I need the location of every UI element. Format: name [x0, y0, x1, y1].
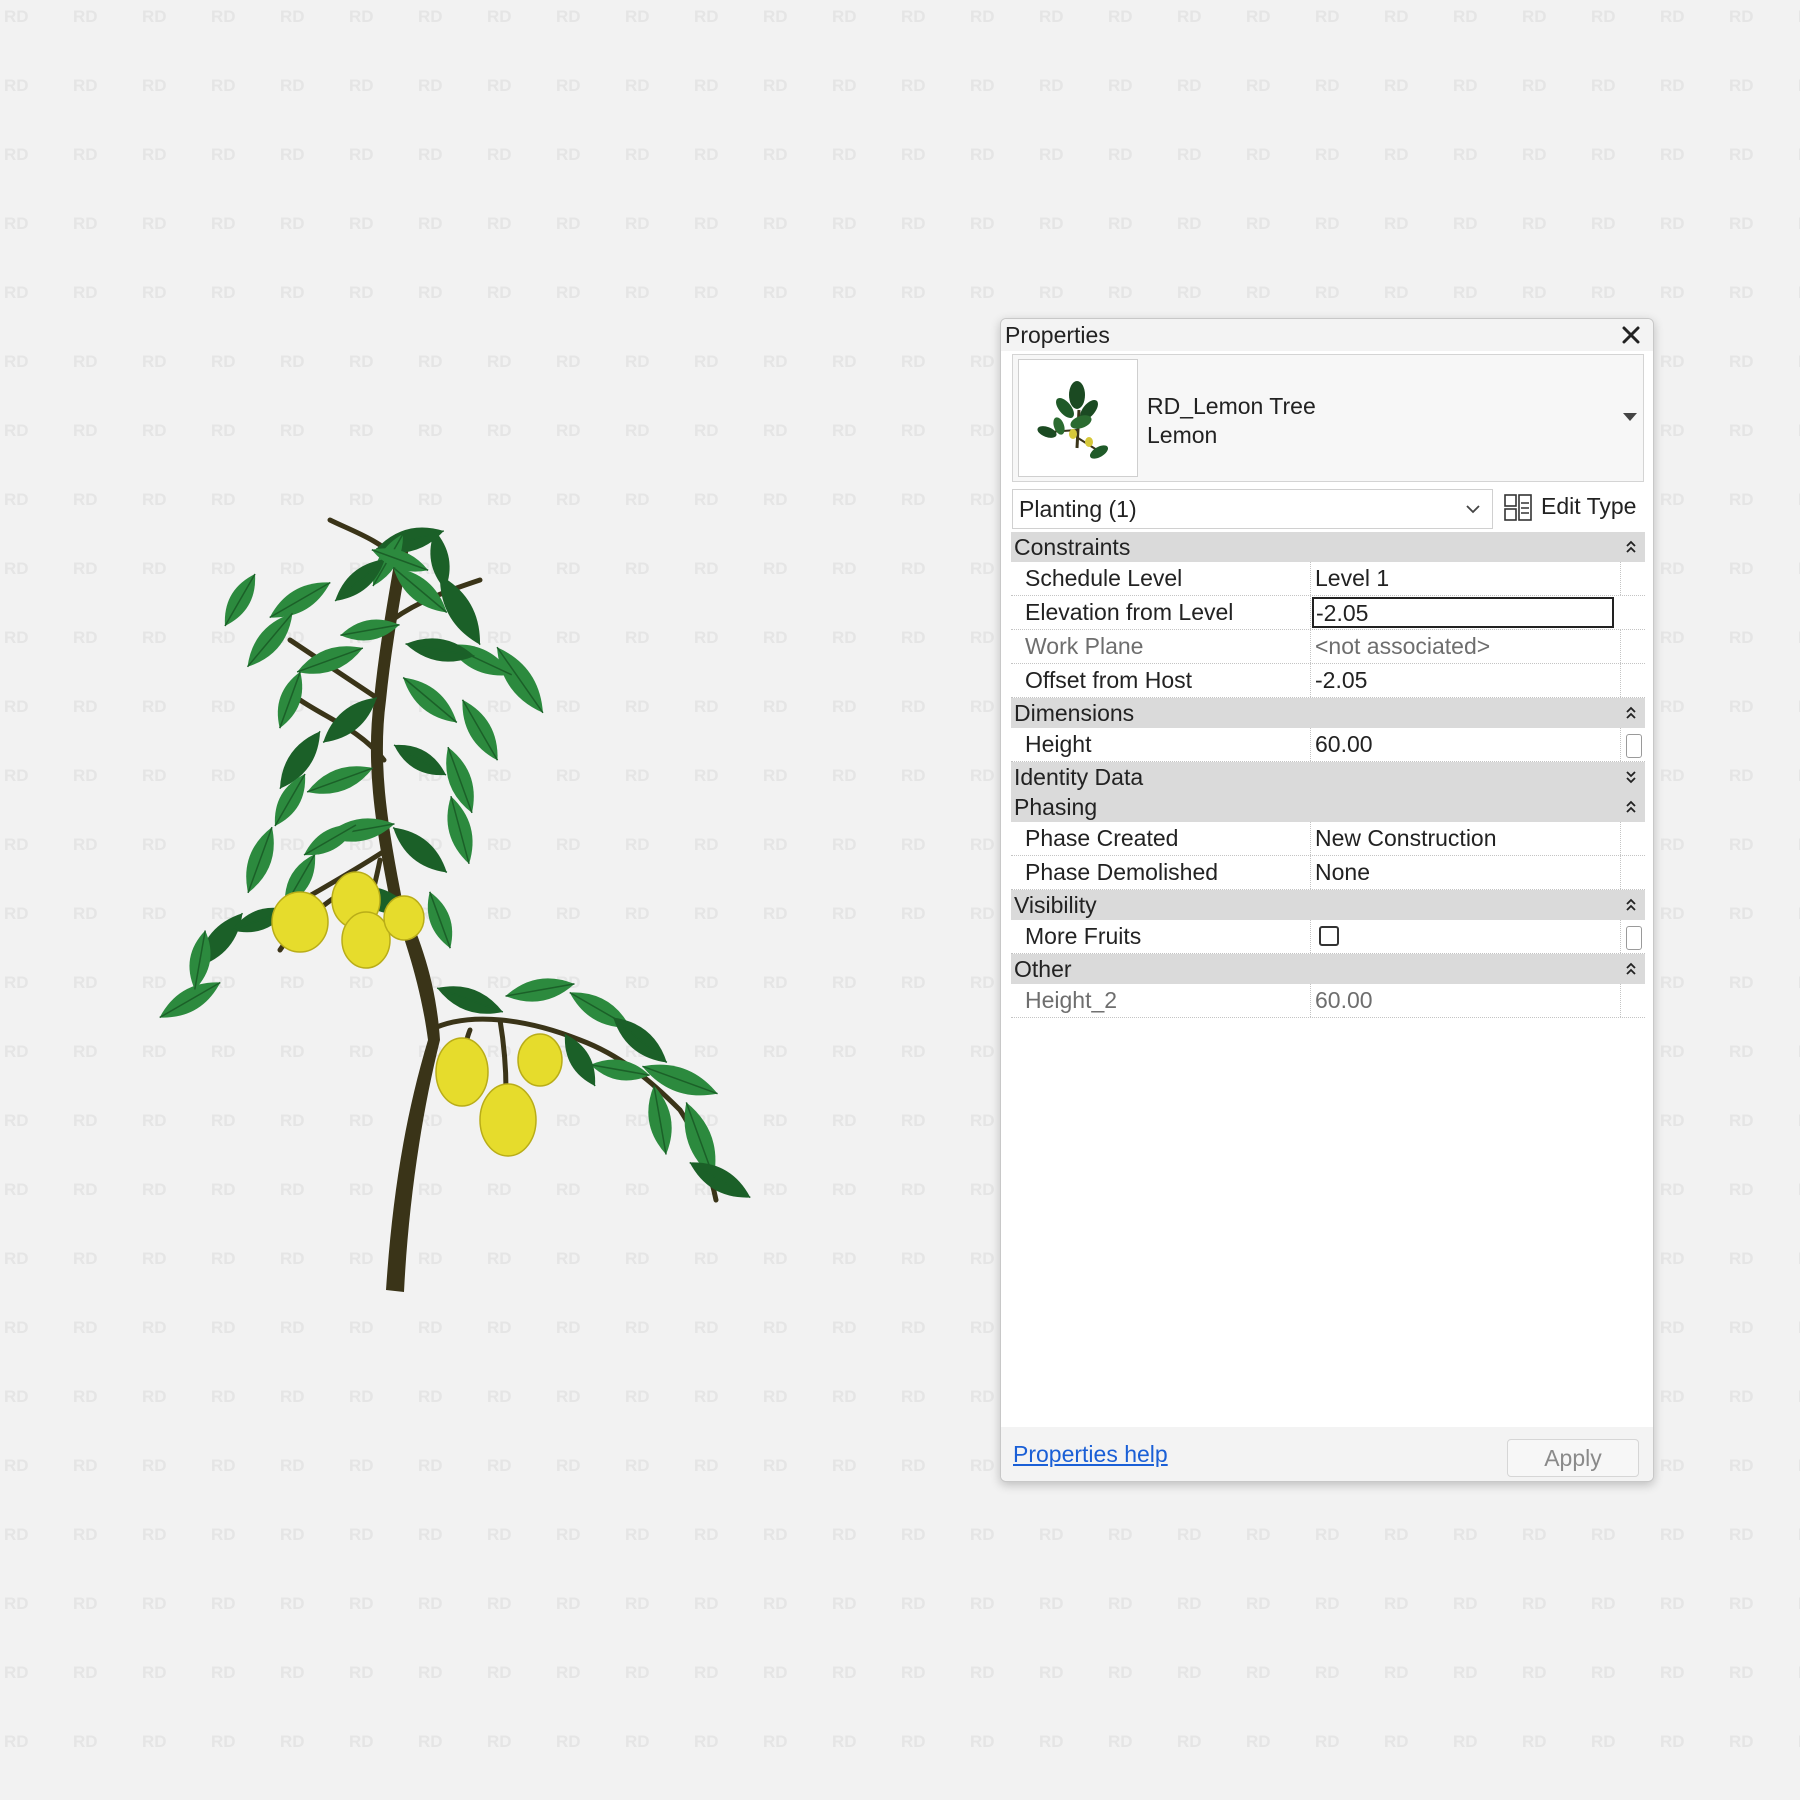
- expand-icon: [1626, 771, 1636, 784]
- leaf: [505, 978, 575, 1002]
- leaf-vein: [496, 646, 544, 714]
- leaf: [436, 986, 504, 1014]
- edit-type-button[interactable]: Edit Type: [1503, 489, 1648, 529]
- apply-button[interactable]: Apply: [1507, 1439, 1639, 1477]
- property-name: Offset from Host: [1025, 667, 1193, 693]
- associate-parameter-button[interactable]: [1626, 734, 1642, 758]
- leaf: [427, 891, 453, 949]
- property-value[interactable]: [1311, 920, 1621, 953]
- property-value[interactable]: 60.00: [1311, 728, 1621, 761]
- group-identity-data[interactable]: Identity Data: [1011, 762, 1645, 792]
- properties-help-link[interactable]: Properties help: [1013, 1441, 1168, 1468]
- property-value[interactable]: Level 1: [1311, 562, 1621, 595]
- property-value: 60.00: [1311, 984, 1621, 1017]
- property-row-offset-from-host[interactable]: Offset from Host -2.05: [1011, 664, 1645, 698]
- leaf: [306, 766, 374, 794]
- property-name: More Fruits: [1025, 923, 1142, 949]
- property-value[interactable]: None: [1311, 856, 1621, 889]
- property-name: Schedule Level: [1025, 565, 1183, 591]
- edit-type-label: Edit Type: [1541, 493, 1637, 519]
- chevron-down-icon: [1466, 505, 1480, 514]
- leaf: [461, 699, 499, 761]
- leaf: [689, 1161, 751, 1199]
- property-name: Phase Demolished: [1025, 859, 1219, 885]
- property-row-phase-demolished[interactable]: Phase Demolished None: [1011, 856, 1645, 890]
- instance-filter-dropdown[interactable]: Planting (1): [1012, 489, 1493, 529]
- group-dimensions[interactable]: Dimensions: [1011, 698, 1645, 728]
- type-thumbnail: [1018, 359, 1138, 477]
- collapse-icon: [1626, 898, 1636, 911]
- instance-filter-value: Planting (1): [1019, 496, 1137, 522]
- palette-title: Properties: [1005, 322, 1110, 348]
- group-label: Identity Data: [1014, 764, 1144, 790]
- collapse-icon: [1626, 962, 1636, 975]
- type-dropdown-arrow-icon[interactable]: [1623, 413, 1637, 421]
- leaf-vein: [612, 1016, 668, 1064]
- property-row-height[interactable]: Height 60.00: [1011, 728, 1645, 762]
- leaf: [402, 676, 458, 724]
- leaf: [269, 581, 331, 619]
- collapse-icon: [1626, 706, 1636, 719]
- lemon-fruit: [383, 895, 425, 941]
- property-name: Height: [1025, 731, 1092, 757]
- leaf-vein: [402, 676, 458, 724]
- lemon-fruit: [479, 1083, 537, 1157]
- leaf: [296, 646, 364, 674]
- leaf: [393, 744, 447, 776]
- lemon-fruit: [517, 1033, 563, 1087]
- group-phasing[interactable]: Phasing: [1011, 792, 1645, 822]
- palette-footer: Properties help Apply: [1001, 1427, 1653, 1481]
- property-value[interactable]: -2.05: [1311, 664, 1621, 697]
- group-constraints[interactable]: Constraints: [1011, 532, 1645, 562]
- property-name: Elevation from Level: [1025, 599, 1234, 625]
- leaf: [159, 981, 221, 1019]
- property-row-work-plane: Work Plane <not associated>: [1011, 630, 1645, 664]
- tree-thumbnail-icon: [1037, 381, 1109, 459]
- properties-grid: Constraints Schedule Level Level 1 Eleva…: [1011, 532, 1645, 1018]
- property-value: <not associated>: [1311, 630, 1621, 663]
- lemon-fruit: [341, 911, 391, 969]
- group-visibility[interactable]: Visibility: [1011, 890, 1645, 920]
- branch: [370, 534, 410, 906]
- property-row-more-fruits[interactable]: More Fruits: [1011, 920, 1645, 954]
- property-name: Work Plane: [1025, 633, 1144, 659]
- branch: [497, 1017, 509, 1093]
- properties-palette: Properties RD_Lemon Tree Lemon Planting …: [1000, 318, 1654, 1482]
- property-row-height-2: Height_2 60.00: [1011, 984, 1645, 1018]
- more-fruits-checkbox[interactable]: [1319, 926, 1339, 946]
- property-name: Height_2: [1025, 987, 1118, 1013]
- lemon-fruit: [271, 891, 329, 953]
- group-label: Constraints: [1014, 534, 1131, 560]
- type-selector[interactable]: RD_Lemon Tree Lemon: [1012, 354, 1644, 482]
- leaf: [446, 746, 474, 814]
- collapse-icon: [1626, 540, 1636, 553]
- leaf: [447, 795, 473, 865]
- leaf: [246, 826, 274, 894]
- property-row-elevation-from-level[interactable]: Elevation from Level -2.05: [1011, 596, 1645, 630]
- property-name: Phase Created: [1025, 825, 1179, 851]
- leaf: [648, 1085, 672, 1155]
- edit-type-icon: [1504, 494, 1532, 521]
- collapse-icon: [1626, 800, 1636, 813]
- leaf: [496, 646, 544, 714]
- property-row-schedule-level[interactable]: Schedule Level Level 1: [1011, 562, 1645, 596]
- group-label: Phasing: [1014, 794, 1098, 820]
- elevation-input[interactable]: -2.05: [1312, 597, 1614, 628]
- trunk: [386, 897, 440, 1292]
- family-name: RD_Lemon Tree: [1147, 393, 1316, 419]
- close-icon[interactable]: [1617, 321, 1645, 349]
- group-other[interactable]: Other: [1011, 954, 1645, 984]
- property-row-phase-created[interactable]: Phase Created New Construction: [1011, 822, 1645, 856]
- palette-title-bar: Properties: [1001, 319, 1653, 351]
- lemon-fruit: [435, 1037, 489, 1107]
- leaf: [224, 573, 256, 627]
- property-value[interactable]: New Construction: [1311, 822, 1621, 855]
- group-label: Other: [1014, 956, 1072, 982]
- leaf-vein: [246, 612, 294, 668]
- group-label: Visibility: [1014, 892, 1097, 918]
- leaf-vein: [392, 826, 448, 874]
- associate-parameter-button[interactable]: [1626, 926, 1642, 950]
- group-label: Dimensions: [1014, 700, 1135, 726]
- type-name: Lemon: [1147, 422, 1218, 448]
